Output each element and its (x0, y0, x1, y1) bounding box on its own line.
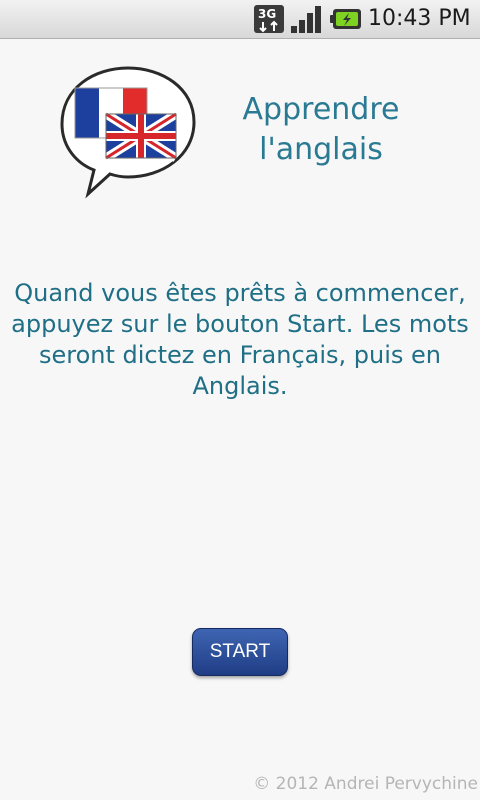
signal-strength-icon (291, 6, 321, 33)
french-english-flags-speech-bubble-icon (60, 66, 196, 199)
app-title-line2: l'anglais (259, 132, 383, 167)
svg-text:3G: 3G (258, 7, 276, 21)
status-bar: 3G 10:43 PM (0, 0, 480, 39)
start-button[interactable]: START (192, 628, 288, 676)
app-title: Apprendre l'anglais (226, 90, 416, 170)
3g-data-icon: 3G (254, 5, 284, 33)
copyright-footer: © 2012 Andrei Pervychine (253, 774, 478, 794)
battery-charging-icon (330, 9, 361, 29)
status-clock: 10:43 PM (368, 6, 471, 31)
instructions-text: Quand vous êtes prêts à commencer, appuy… (11, 279, 469, 400)
app-title-line1: Apprendre (242, 92, 400, 127)
